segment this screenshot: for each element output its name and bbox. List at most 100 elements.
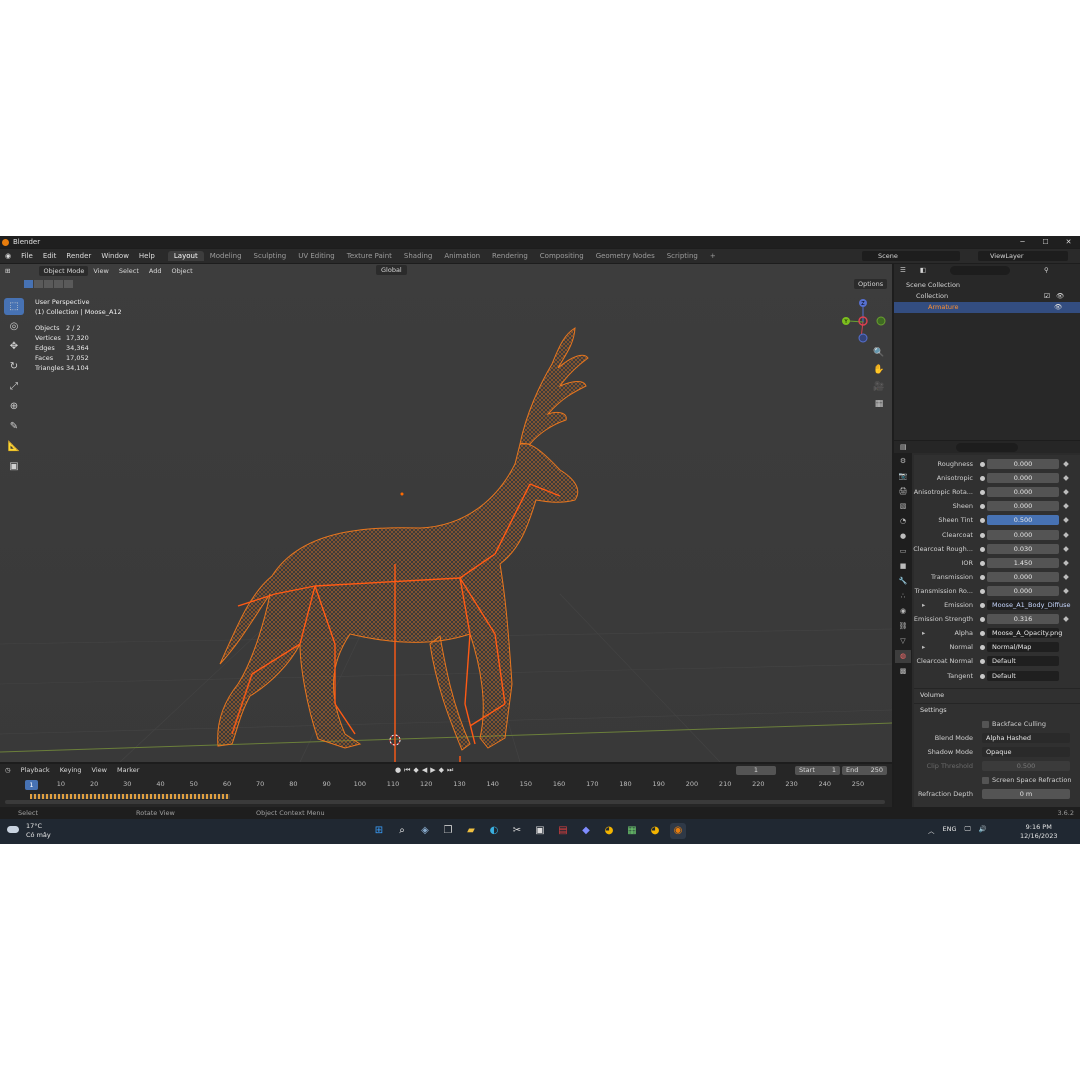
next-keyframe-icon[interactable]: ◆ — [439, 766, 444, 775]
tab-geometry-nodes[interactable]: Geometry Nodes — [590, 251, 661, 261]
tray-chevron-icon[interactable]: ︿ — [928, 825, 935, 835]
playback-menu[interactable]: Playback — [16, 766, 55, 774]
tab-scripting[interactable]: Scripting — [661, 251, 704, 261]
search-icon[interactable]: ⌕ — [394, 823, 410, 839]
tab-compositing[interactable]: Compositing — [534, 251, 590, 261]
tab-layout[interactable]: Layout — [167, 251, 204, 261]
socket-icon[interactable] — [980, 603, 985, 608]
volume-section[interactable]: Volume — [914, 688, 1080, 701]
select-menu[interactable]: Select — [114, 267, 144, 275]
tab-uv-editing[interactable]: UV Editing — [292, 251, 341, 261]
keyframe-icon[interactable] — [1063, 559, 1069, 566]
timeline-view-menu[interactable]: View — [87, 766, 112, 774]
chrome-icon[interactable]: ◕ — [601, 823, 617, 839]
socket-icon[interactable] — [980, 617, 985, 623]
texture-tab-icon[interactable]: ▩ — [895, 665, 911, 678]
property-value-field[interactable]: Default — [987, 670, 1059, 681]
play-icon[interactable]: ▶ — [430, 766, 435, 775]
keyframe-icon[interactable] — [1063, 517, 1069, 524]
jump-start-icon[interactable]: ⏮ — [404, 766, 410, 775]
property-value-field[interactable]: 0.500 — [987, 515, 1059, 526]
property-value-field[interactable]: 0.000 — [987, 459, 1059, 469]
app-icon[interactable]: ◆ — [578, 823, 594, 839]
close-button[interactable]: ✕ — [1057, 236, 1080, 248]
socket-icon[interactable] — [980, 673, 985, 679]
display-mode-icon[interactable]: ◧ — [920, 266, 926, 274]
transform-orientation-dropdown[interactable]: Global — [376, 265, 407, 275]
filter-icon[interactable]: ⚲ — [1044, 266, 1049, 274]
rotate-tool-icon[interactable]: ↻ — [4, 358, 24, 375]
property-value-field[interactable]: 1.450 — [987, 557, 1059, 568]
material-tab-icon[interactable]: ◍ — [895, 650, 911, 663]
socket-icon[interactable] — [980, 574, 985, 580]
weather-widget[interactable]: 17°C Có mây — [7, 822, 51, 840]
outliner-editor-icon[interactable]: ☰ — [900, 266, 906, 274]
backface-checkbox[interactable] — [982, 721, 989, 728]
menu-render[interactable]: Render — [61, 252, 96, 260]
file-explorer-icon[interactable]: ▰ — [463, 823, 479, 839]
frame-ruler[interactable]: 1102030405060708090100110120130140150160… — [0, 780, 892, 790]
view-layer-tab-icon[interactable]: ▧ — [895, 500, 911, 513]
view-menu[interactable]: View — [88, 267, 113, 275]
output-tab-icon[interactable]: 🖨 — [895, 485, 911, 498]
tab-modeling[interactable]: Modeling — [204, 251, 248, 261]
playhead[interactable]: 1 — [25, 780, 38, 790]
property-value-field[interactable]: 0.000 — [987, 501, 1059, 512]
current-frame-field[interactable]: 1 — [736, 766, 776, 775]
marker-menu[interactable]: Marker — [112, 766, 144, 774]
timeline-editor[interactable]: ◷ Playback Keying View Marker ● ⏮ ◆ ◀ ▶ … — [0, 764, 892, 807]
prev-keyframe-icon[interactable]: ◆ — [413, 766, 418, 775]
keyframe-icon[interactable] — [1063, 616, 1069, 622]
tab-texture-paint[interactable]: Texture Paint — [341, 251, 398, 261]
shadow-mode-dropdown[interactable]: Opaque — [982, 747, 1070, 757]
terminal-icon[interactable]: ▦ — [624, 823, 640, 839]
socket-icon[interactable] — [980, 532, 985, 538]
collection-row[interactable]: Collection ☑ 👁 — [894, 291, 1080, 302]
end-frame-field[interactable]: End 250 — [842, 766, 887, 775]
annotate-tool-icon[interactable]: ✎ — [4, 418, 24, 435]
particles-tab-icon[interactable]: ∴ — [895, 590, 911, 603]
property-value-field[interactable]: 0.030 — [987, 543, 1059, 554]
snipping-tool-icon[interactable]: ✂ — [509, 823, 525, 839]
property-value-field[interactable]: Moose_A_Opacity.png — [987, 628, 1062, 639]
clock[interactable]: 9:16 PM 12/16/2023 — [1020, 823, 1057, 841]
navigation-gizmo[interactable]: Z Y — [842, 299, 886, 343]
keyframe-icon[interactable] — [1063, 489, 1069, 496]
properties-search[interactable] — [956, 443, 1018, 452]
options-dropdown[interactable]: Options — [854, 279, 888, 289]
property-value-field[interactable]: Moose_A1_Body_Diffuse — [987, 600, 1070, 610]
properties-editor-icon[interactable]: ▤ — [900, 443, 907, 451]
tab-sculpting[interactable]: Sculpting — [248, 251, 293, 261]
gizmo-neg-x-axis[interactable] — [876, 316, 886, 326]
clip-threshold-field[interactable]: 0.500 — [982, 761, 1070, 771]
socket-icon[interactable] — [980, 560, 985, 566]
editor-type-icon[interactable]: ⊞ — [0, 267, 15, 275]
socket-icon[interactable] — [980, 490, 985, 496]
transform-tool-icon[interactable]: ⊕ — [4, 398, 24, 415]
scene-selector[interactable]: Scene — [862, 251, 960, 261]
windows-start-icon[interactable]: ⊞ — [371, 823, 387, 839]
add-cube-tool-icon[interactable]: ▣ — [4, 458, 24, 475]
scene-collection-row[interactable]: Scene Collection — [894, 280, 1080, 291]
eye-icon[interactable]: 👁 — [1056, 291, 1064, 302]
select-subtract-icon[interactable] — [44, 280, 53, 288]
settings-section[interactable]: Settings — [914, 703, 1080, 716]
zoom-icon[interactable]: 🔍 — [872, 346, 886, 360]
property-value-field[interactable]: 0.000 — [987, 571, 1059, 582]
jump-end-icon[interactable]: ⏭ — [447, 766, 453, 775]
property-value-field[interactable]: 0.000 — [987, 487, 1059, 498]
outliner-panel[interactable]: ☰ ◧ ⚲ Scene Collection Collection ☑ 👁 Ar… — [894, 264, 1080, 440]
pan-hand-icon[interactable]: ✋ — [872, 363, 886, 377]
tab-shading[interactable]: Shading — [398, 251, 438, 261]
socket-icon[interactable] — [980, 645, 985, 651]
perspective-grid-icon[interactable]: ▦ — [872, 397, 886, 411]
checkbox-icon[interactable]: ☑ — [1044, 291, 1050, 302]
socket-icon[interactable] — [980, 476, 985, 482]
menu-file[interactable]: File — [16, 252, 38, 260]
object-menu[interactable]: Object — [167, 267, 198, 275]
play-reverse-icon[interactable]: ◀ — [422, 766, 427, 775]
expand-arrow-icon[interactable]: ▸ — [922, 629, 925, 637]
expand-arrow-icon[interactable]: ▸ — [922, 601, 925, 609]
socket-icon[interactable] — [980, 518, 985, 524]
menu-window[interactable]: Window — [96, 252, 134, 260]
